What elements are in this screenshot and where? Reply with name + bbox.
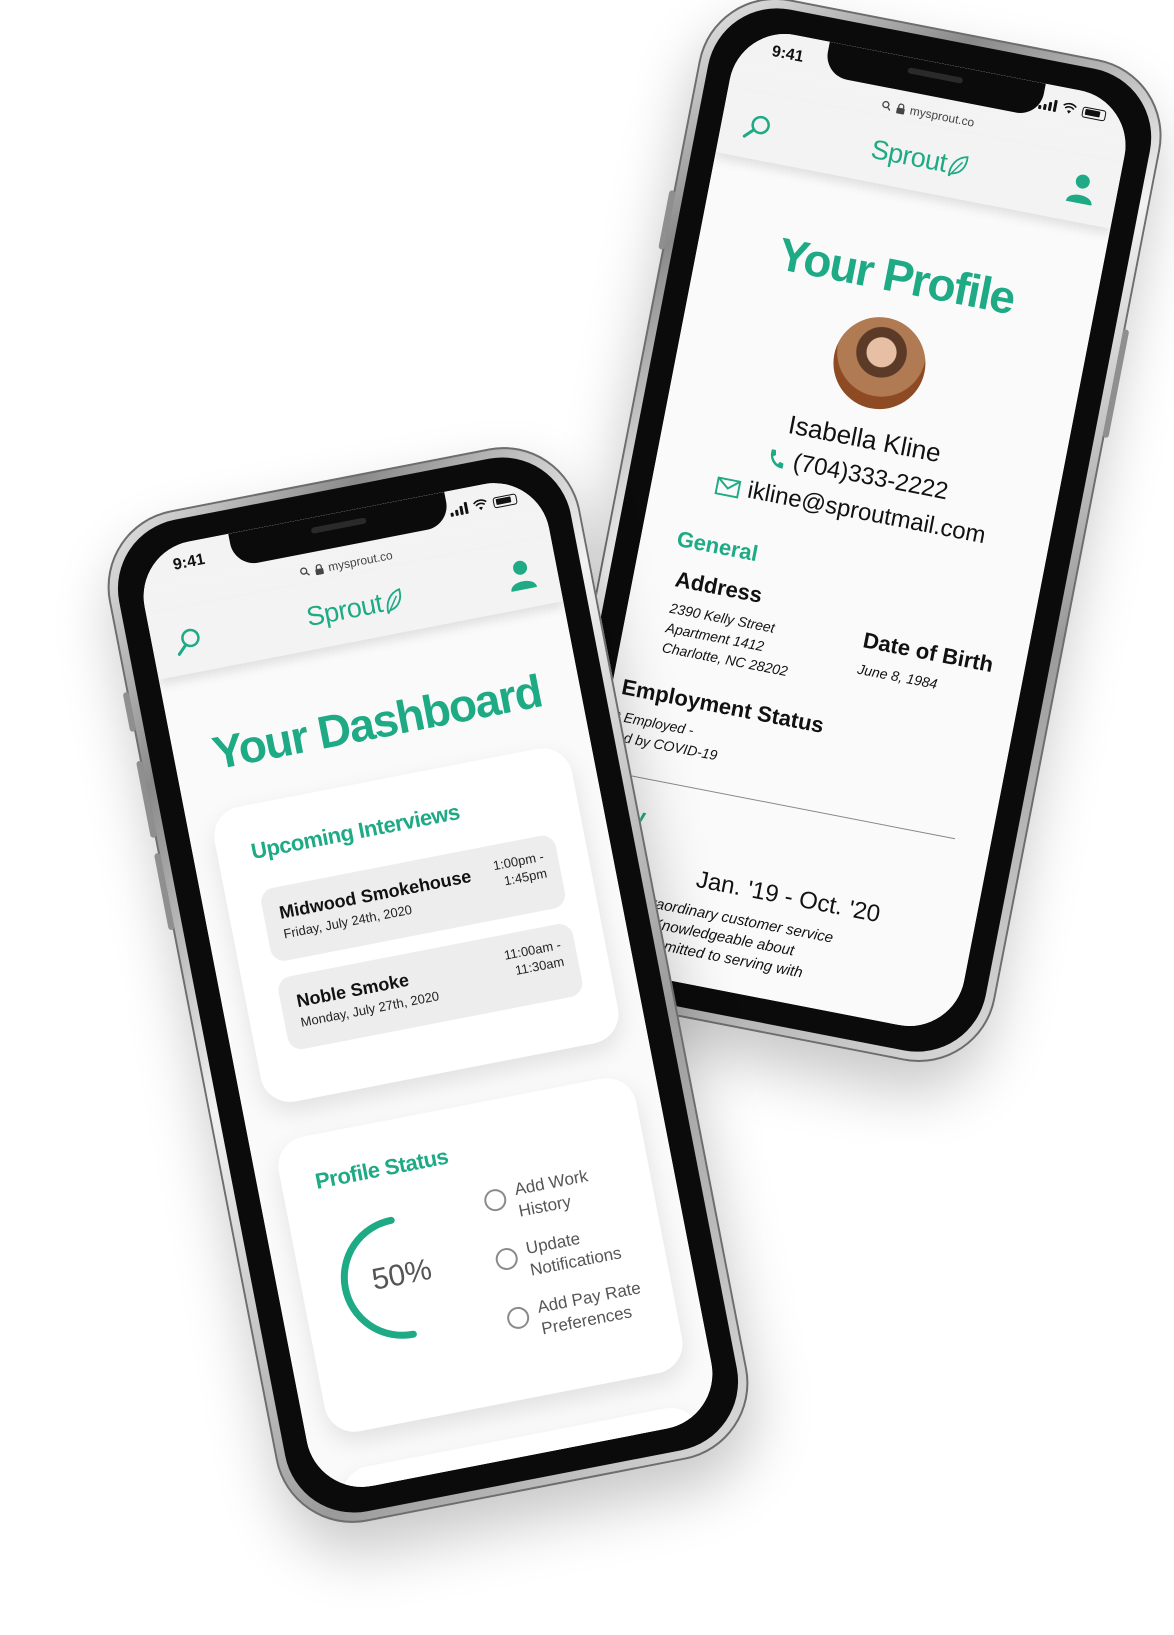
battery-icon — [492, 492, 518, 509]
checkbox-circle-icon[interactable] — [482, 1187, 509, 1214]
mail-icon — [714, 476, 742, 499]
todo-label: Update Notifications — [524, 1228, 624, 1280]
logo-text: Sprout — [868, 133, 950, 178]
todo-item[interactable]: Update Notifications — [493, 1215, 651, 1287]
todo-label: Add Work History — [512, 1166, 590, 1221]
speaker — [310, 517, 367, 534]
interview-time: 11:00am - 11:30am — [490, 936, 566, 983]
mute-switch — [122, 691, 137, 733]
section-general: General — [674, 526, 761, 567]
card-title: Profile Status — [313, 1143, 451, 1194]
status-icons — [449, 492, 518, 517]
search-icon[interactable] — [741, 111, 774, 144]
sprout-logo[interactable]: Sprout — [868, 134, 970, 183]
phone-icon — [771, 449, 784, 469]
card-title: Upcoming Interviews — [248, 799, 462, 865]
status-time: 9:41 — [171, 550, 207, 574]
checkbox-circle-icon[interactable] — [505, 1305, 532, 1331]
wifi-icon — [473, 499, 487, 511]
search-icon — [299, 567, 310, 576]
todo-item[interactable]: Add Pay Rate Preferences — [504, 1274, 662, 1346]
lock-icon — [896, 102, 905, 115]
user-icon[interactable] — [1065, 170, 1099, 207]
todo-item[interactable]: Add Work History — [481, 1157, 639, 1229]
logo-text: Sprout — [303, 588, 385, 633]
signal-icon — [449, 501, 469, 517]
leaf-icon — [947, 155, 969, 176]
upcoming-interviews-card: Upcoming Interviews Midwood Smokehouse F… — [209, 743, 624, 1108]
leaf-icon — [386, 587, 401, 614]
avatar — [825, 309, 934, 418]
address-value: 2390 Kelly Street Apartment 1412 Charlot… — [660, 598, 797, 681]
profile-status-card: Profile Status 50% Add Work History Upda… — [273, 1072, 688, 1437]
search-icon[interactable] — [172, 625, 205, 658]
interview-time: 1:00pm - 1:45pm — [473, 848, 548, 895]
status-time: 9:41 — [770, 43, 806, 66]
todo-list: Add Work History Update Notifications Ad… — [481, 1157, 665, 1363]
checkbox-circle-icon[interactable] — [493, 1246, 520, 1272]
speaker — [907, 67, 964, 84]
card-title: My Offers — [377, 1481, 477, 1497]
wifi-icon — [1063, 102, 1077, 114]
lock-icon — [315, 563, 324, 575]
todo-label: Add Pay Rate Preferences — [535, 1278, 643, 1339]
user-icon[interactable] — [505, 556, 539, 593]
battery-icon — [1081, 105, 1107, 122]
search-icon — [882, 100, 891, 111]
divider — [631, 775, 956, 840]
sprout-logo[interactable]: Sprout — [304, 584, 406, 633]
status-icons — [1037, 97, 1107, 122]
